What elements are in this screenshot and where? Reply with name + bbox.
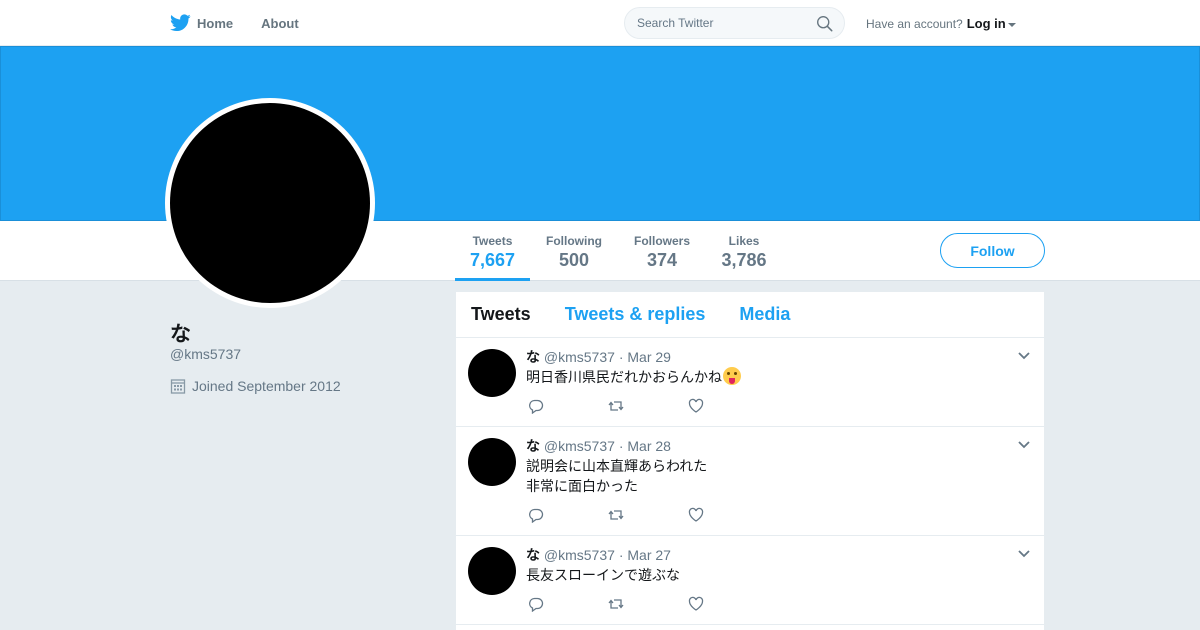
retweet-button[interactable] xyxy=(608,596,688,614)
reply-icon xyxy=(529,508,544,524)
about-link[interactable]: About xyxy=(261,16,299,31)
retweet-icon xyxy=(608,599,624,609)
stat-tweets[interactable]: Tweets 7,667 xyxy=(455,221,530,281)
account-prompt: Have an account? xyxy=(866,16,963,31)
tweet-item[interactable]: な @kms5737 · Mar 27 長友スローインで遊ぶな xyxy=(456,536,1044,625)
tweet-header: な @kms5737 · Mar 29 xyxy=(526,347,671,367)
stat-followers-value: 374 xyxy=(646,250,678,270)
like-icon xyxy=(688,596,704,611)
search-icon[interactable] xyxy=(816,15,833,32)
stat-following-value: 500 xyxy=(558,250,590,270)
tweet-text: 長友スローインで遊ぶな xyxy=(526,567,680,583)
tweet-avatar[interactable] xyxy=(468,547,516,595)
stat-likes-value: 3,786 xyxy=(721,250,767,270)
chevron-down-icon[interactable] xyxy=(1018,352,1030,360)
timeline-tabs: Tweets Tweets & replies Media xyxy=(456,292,1044,338)
tweet-text: 説明会に山本直輝あらわれた 非常に面白かった xyxy=(526,458,708,494)
profile-handle[interactable]: @kms5737 xyxy=(170,346,241,362)
avatar-image xyxy=(170,103,370,303)
stat-followers[interactable]: Followers 374 xyxy=(627,221,697,281)
caret-down-icon[interactable] xyxy=(1007,22,1016,27)
tweet-author-handle[interactable]: @kms5737 xyxy=(544,349,615,365)
tweet-text-content: 明日香川県民だれかおらんかね xyxy=(526,369,722,385)
retweet-icon xyxy=(608,401,624,411)
calendar-icon xyxy=(170,379,186,394)
home-label: Home xyxy=(197,15,234,31)
follow-button[interactable]: Follow xyxy=(940,233,1045,268)
tweet-author-name[interactable]: な xyxy=(526,438,540,454)
joined-text: Joined September 2012 xyxy=(192,378,341,394)
chevron-down-icon[interactable] xyxy=(1018,441,1030,449)
retweet-button[interactable] xyxy=(608,398,688,416)
tweet-author-handle[interactable]: @kms5737 xyxy=(544,547,615,563)
reply-button[interactable] xyxy=(528,507,608,525)
home-link[interactable]: Home xyxy=(170,14,233,32)
stat-followers-label: Followers xyxy=(633,234,690,248)
reply-button[interactable] xyxy=(528,398,608,416)
tweet-author-name[interactable]: な xyxy=(526,349,540,365)
search-input[interactable] xyxy=(625,8,805,38)
chevron-down-icon[interactable] xyxy=(1018,550,1030,558)
tweet-header: な @kms5737 · Mar 28 xyxy=(526,436,671,456)
profile-avatar[interactable] xyxy=(165,98,375,308)
tweet-actions xyxy=(528,507,768,525)
face-with-tongue-emoji-icon xyxy=(723,367,741,385)
stat-tweets-value: 7,667 xyxy=(469,250,516,270)
search-box[interactable] xyxy=(624,7,845,39)
reply-icon xyxy=(529,597,544,613)
stat-following-label: Following xyxy=(546,234,602,248)
tweet-author-handle[interactable]: @kms5737 xyxy=(544,438,615,454)
tweet-header: な @kms5737 · Mar 27 xyxy=(526,545,671,565)
twitter-bird-icon xyxy=(170,14,191,32)
tweet-text: 明日香川県民だれかおらんかね xyxy=(526,367,741,387)
account-menu: Have an account? Log in xyxy=(866,16,1016,31)
stat-likes-label: Likes xyxy=(728,234,760,248)
tab-media[interactable]: Media xyxy=(739,304,790,325)
tweet-actions xyxy=(528,596,768,614)
tweet-avatar[interactable] xyxy=(468,349,516,397)
tweet-item[interactable]: な @kms5737 · Mar 29 明日香川県民だれかおらんかね xyxy=(456,338,1044,427)
tweet-author-name[interactable]: な xyxy=(526,547,540,563)
stat-likes[interactable]: Likes 3,786 xyxy=(714,221,774,281)
joined-date: Joined September 2012 xyxy=(170,378,341,394)
tweet-date[interactable]: · Mar 28 xyxy=(619,438,671,454)
tweet-actions xyxy=(528,398,768,416)
stat-tweets-label: Tweets xyxy=(472,234,513,248)
top-navigation: Home About Have an account? Log in xyxy=(0,0,1200,46)
like-button[interactable] xyxy=(688,398,768,416)
tweet-avatar[interactable] xyxy=(468,438,516,486)
profile-name[interactable]: な xyxy=(170,318,191,348)
like-button[interactable] xyxy=(688,596,768,614)
tweet-date[interactable]: · Mar 27 xyxy=(619,547,671,563)
like-icon xyxy=(688,398,704,413)
tab-tweets[interactable]: Tweets xyxy=(471,304,531,325)
reply-button[interactable] xyxy=(528,596,608,614)
retweet-icon xyxy=(608,510,624,520)
tweet-date[interactable]: · Mar 29 xyxy=(619,349,671,365)
tweet-item[interactable]: な @kms5737 · Mar 28 説明会に山本直輝あらわれた 非常に面白か… xyxy=(456,427,1044,536)
retweet-button[interactable] xyxy=(608,507,688,525)
login-link[interactable]: Log in xyxy=(967,16,1006,31)
stat-following[interactable]: Following 500 xyxy=(540,221,608,281)
like-icon xyxy=(688,507,704,522)
reply-icon xyxy=(529,399,544,415)
timeline: Tweets Tweets & replies Media な @kms5737… xyxy=(456,292,1044,630)
like-button[interactable] xyxy=(688,507,768,525)
tab-tweets-and-replies[interactable]: Tweets & replies xyxy=(565,304,706,325)
